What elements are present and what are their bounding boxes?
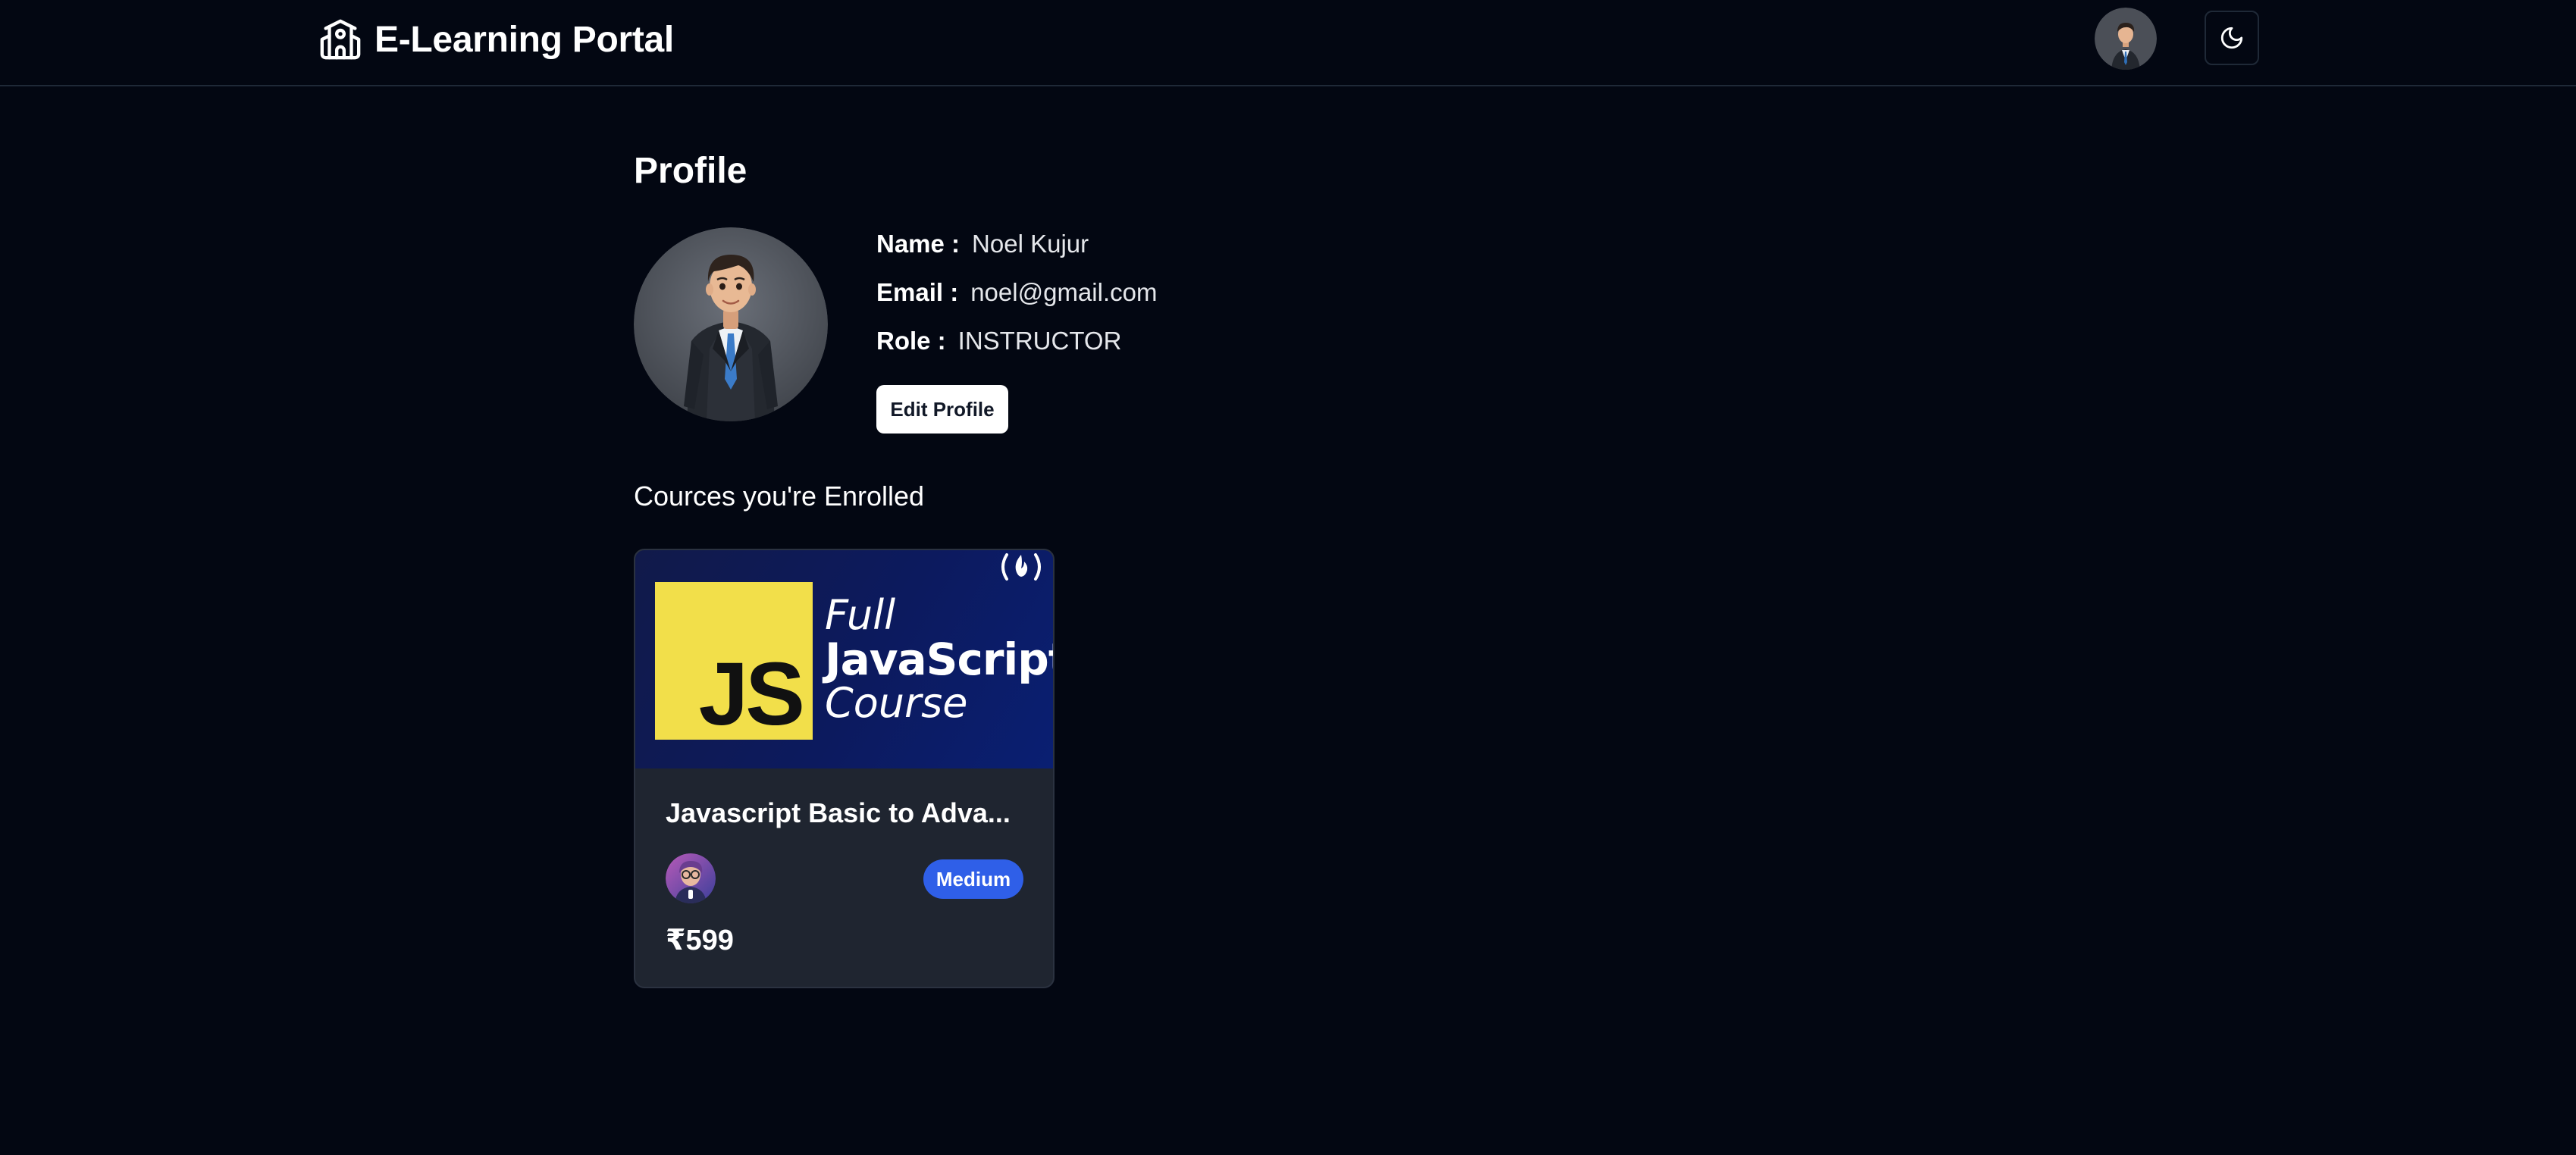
top-navbar: E-Learning Portal	[0, 0, 2576, 86]
email-label: Email :	[876, 278, 959, 306]
email-value: noel@gmail.com	[970, 278, 1158, 306]
thumbnail-text-line3: Course	[825, 679, 968, 727]
role-value: INSTRUCTOR	[957, 327, 1122, 355]
course-price: ₹599	[666, 925, 734, 956]
page-title: Profile	[634, 151, 747, 191]
theme-toggle-button[interactable]	[2205, 11, 2259, 65]
course-title: Javascript Basic to Adva...	[666, 797, 1011, 828]
course-card[interactable]: JS Full JavaScript Course Javascript Bas…	[634, 549, 1055, 988]
thumbnail-text-line2: JavaScript	[825, 634, 1053, 685]
js-logo: JS	[655, 582, 813, 744]
user-avatar-image	[2095, 8, 2157, 70]
edit-profile-button[interactable]: Edit Profile	[876, 385, 1008, 434]
brand-link[interactable]: E-Learning Portal	[318, 17, 674, 62]
app-title: E-Learning Portal	[374, 19, 674, 60]
instructor-avatar-image	[666, 853, 716, 903]
instructor-avatar	[666, 853, 716, 903]
freecodecamp-logo-icon	[1001, 553, 1041, 581]
course-level-badge: Medium	[923, 859, 1023, 899]
role-label: Role :	[876, 327, 946, 355]
profile-email-row: Email : noel@gmail.com	[876, 278, 1157, 307]
thumbnail-text-line1: Full	[825, 591, 896, 639]
school-building-icon	[320, 19, 361, 60]
enrolled-section-title: Cources you're Enrolled	[634, 480, 925, 512]
js-logo-text: JS	[698, 644, 805, 744]
moon-icon	[2220, 27, 2243, 49]
profile-avatar-image	[634, 227, 828, 421]
name-value: Noel Kujur	[972, 230, 1089, 258]
profile-role-row: Role : INSTRUCTOR	[876, 327, 1121, 355]
user-avatar-button[interactable]	[2095, 8, 2157, 70]
name-label: Name :	[876, 230, 961, 258]
course-thumbnail: JS Full JavaScript Course	[635, 550, 1053, 768]
profile-name-row: Name : Noel Kujur	[876, 230, 1089, 258]
profile-avatar	[634, 227, 828, 421]
